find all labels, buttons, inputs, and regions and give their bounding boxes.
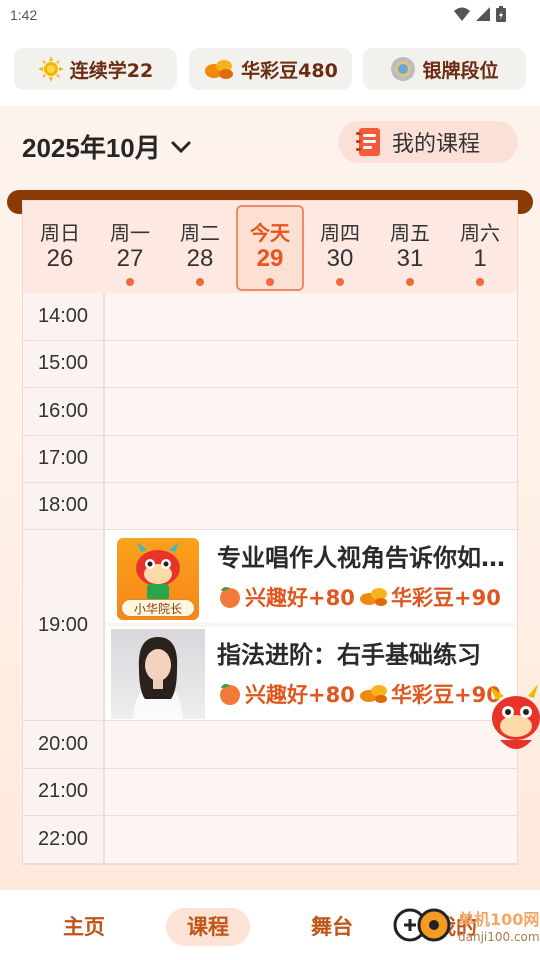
week-calendar: 周日 26 周一 27 周二 28 今天 29 周四 30 周五 31 周六 1… [22, 200, 518, 865]
status-bar: 1:42 [0, 0, 540, 32]
day-number: 27 [116, 245, 144, 272]
beans-icon [205, 60, 234, 79]
my-courses-button[interactable]: 我的课程 [338, 121, 518, 163]
floating-dragon-mascot-icon[interactable] [482, 678, 540, 760]
time-label: 15:00 [37, 352, 89, 374]
day-today[interactable]: 今天 29 [235, 201, 305, 293]
course-dot [126, 278, 134, 286]
teacher-photo-icon [133, 637, 183, 719]
grid-line [23, 482, 517, 483]
my-courses-label: 我的课程 [392, 132, 481, 157]
day-number: 26 [46, 245, 74, 272]
status-icons [454, 6, 506, 22]
time-label: 18:00 [37, 494, 89, 516]
chevron-down-icon [171, 141, 191, 153]
interest-reward-label: 兴趣好+80 [245, 586, 355, 610]
wifi-icon [454, 7, 470, 21]
grid-line [23, 340, 517, 341]
peach-icon [220, 587, 240, 608]
time-label: 16:00 [37, 400, 89, 422]
day-number: 30 [326, 245, 354, 272]
notebook-icon [356, 128, 380, 156]
battery-icon [496, 6, 506, 22]
interest-reward-label: 兴趣好+80 [245, 683, 355, 707]
watermark-url: danji100.com [458, 930, 540, 944]
day-tuesday[interactable]: 周二 28 [165, 201, 235, 293]
day-saturday[interactable]: 周六 1 [445, 201, 515, 293]
course-dot [266, 278, 274, 286]
course-card[interactable]: 小华院长 专业唱作人视角告诉你如何写歌 兴趣好+80 华彩豆+90 [105, 530, 517, 623]
streak-pill[interactable]: 连续学22 [14, 48, 177, 90]
watermark-logo-icon [393, 908, 451, 942]
time-label: 22:00 [37, 828, 89, 850]
thumbnail-label: 小华院长 [121, 599, 195, 617]
beans-icon [360, 685, 387, 703]
day-name: 周五 [390, 221, 430, 245]
watermark: 单机100网 danji100.com [390, 905, 540, 945]
day-monday[interactable]: 周一 27 [95, 201, 165, 293]
time-label: 17:00 [37, 447, 89, 469]
beans-icon [360, 588, 387, 606]
day-name: 今天 [250, 221, 290, 245]
watermark-brand: 单机100网 [458, 910, 540, 929]
course-dot [336, 278, 344, 286]
week-header: 周日 26 周一 27 周二 28 今天 29 周四 30 周五 31 周六 1 [23, 201, 517, 293]
grid-line [23, 435, 517, 436]
peach-icon [220, 684, 240, 705]
course-dot [476, 278, 484, 286]
beans-pill[interactable]: 华彩豆480 [189, 48, 352, 90]
signal-icon [476, 7, 490, 21]
course-dot [406, 278, 414, 286]
day-name: 周二 [180, 221, 220, 245]
dragon-mascot-icon [136, 542, 180, 600]
grid-line [23, 768, 517, 769]
rank-pill[interactable]: 银牌段位 [363, 48, 526, 90]
beans-label: 华彩豆480 [241, 59, 338, 82]
day-name: 周六 [460, 221, 500, 245]
course-dot [196, 278, 204, 286]
medal-icon [391, 57, 416, 81]
stats-row: 连续学22 华彩豆480 银牌段位 [0, 32, 540, 106]
day-number: 31 [396, 245, 424, 272]
time-label: 20:00 [37, 733, 89, 755]
month-label: 2025年10月 [22, 133, 161, 163]
sun-icon [37, 56, 64, 82]
day-number: 28 [186, 245, 214, 272]
course-thumbnail: 小华院长 [117, 538, 199, 620]
beans-reward: 华彩豆+90 [359, 582, 501, 612]
month-selector[interactable]: 2025年10月 [22, 128, 191, 165]
grid-line [23, 863, 517, 864]
nav-courses[interactable]: 课程 [166, 908, 250, 946]
time-label: 14:00 [37, 305, 89, 327]
grid-line [23, 387, 517, 388]
day-name: 周日 [40, 221, 80, 245]
day-thursday[interactable]: 周四 30 [305, 201, 375, 293]
day-number: 29 [256, 245, 284, 272]
status-time: 1:42 [10, 7, 38, 23]
beans-reward-label: 华彩豆+90 [391, 586, 501, 610]
time-label: 19:00 [37, 614, 89, 636]
course-thumbnail [111, 629, 205, 719]
day-friday[interactable]: 周五 31 [375, 201, 445, 293]
beans-reward: 华彩豆+90 [359, 679, 501, 709]
interest-reward: 兴趣好+80 [217, 679, 355, 709]
nav-stage[interactable]: 舞台 [290, 908, 374, 946]
course-title: 专业唱作人视角告诉你如何写歌 [217, 544, 513, 572]
nav-home[interactable]: 主页 [42, 908, 126, 946]
day-name: 周一 [110, 221, 150, 245]
rank-label: 银牌段位 [422, 59, 499, 82]
day-name: 周四 [320, 221, 360, 245]
course-card[interactable]: 指法进阶：右手基础练习 兴趣好+80 华彩豆+90 [105, 627, 517, 720]
day-number: 1 [473, 245, 487, 272]
time-label: 21:00 [37, 780, 89, 802]
grid-line [23, 815, 517, 816]
interest-reward: 兴趣好+80 [217, 582, 355, 612]
course-title: 指法进阶：右手基础练习 [217, 641, 481, 669]
grid-line [23, 720, 517, 721]
day-sunday[interactable]: 周日 26 [25, 201, 95, 293]
streak-label: 连续学22 [69, 59, 154, 82]
